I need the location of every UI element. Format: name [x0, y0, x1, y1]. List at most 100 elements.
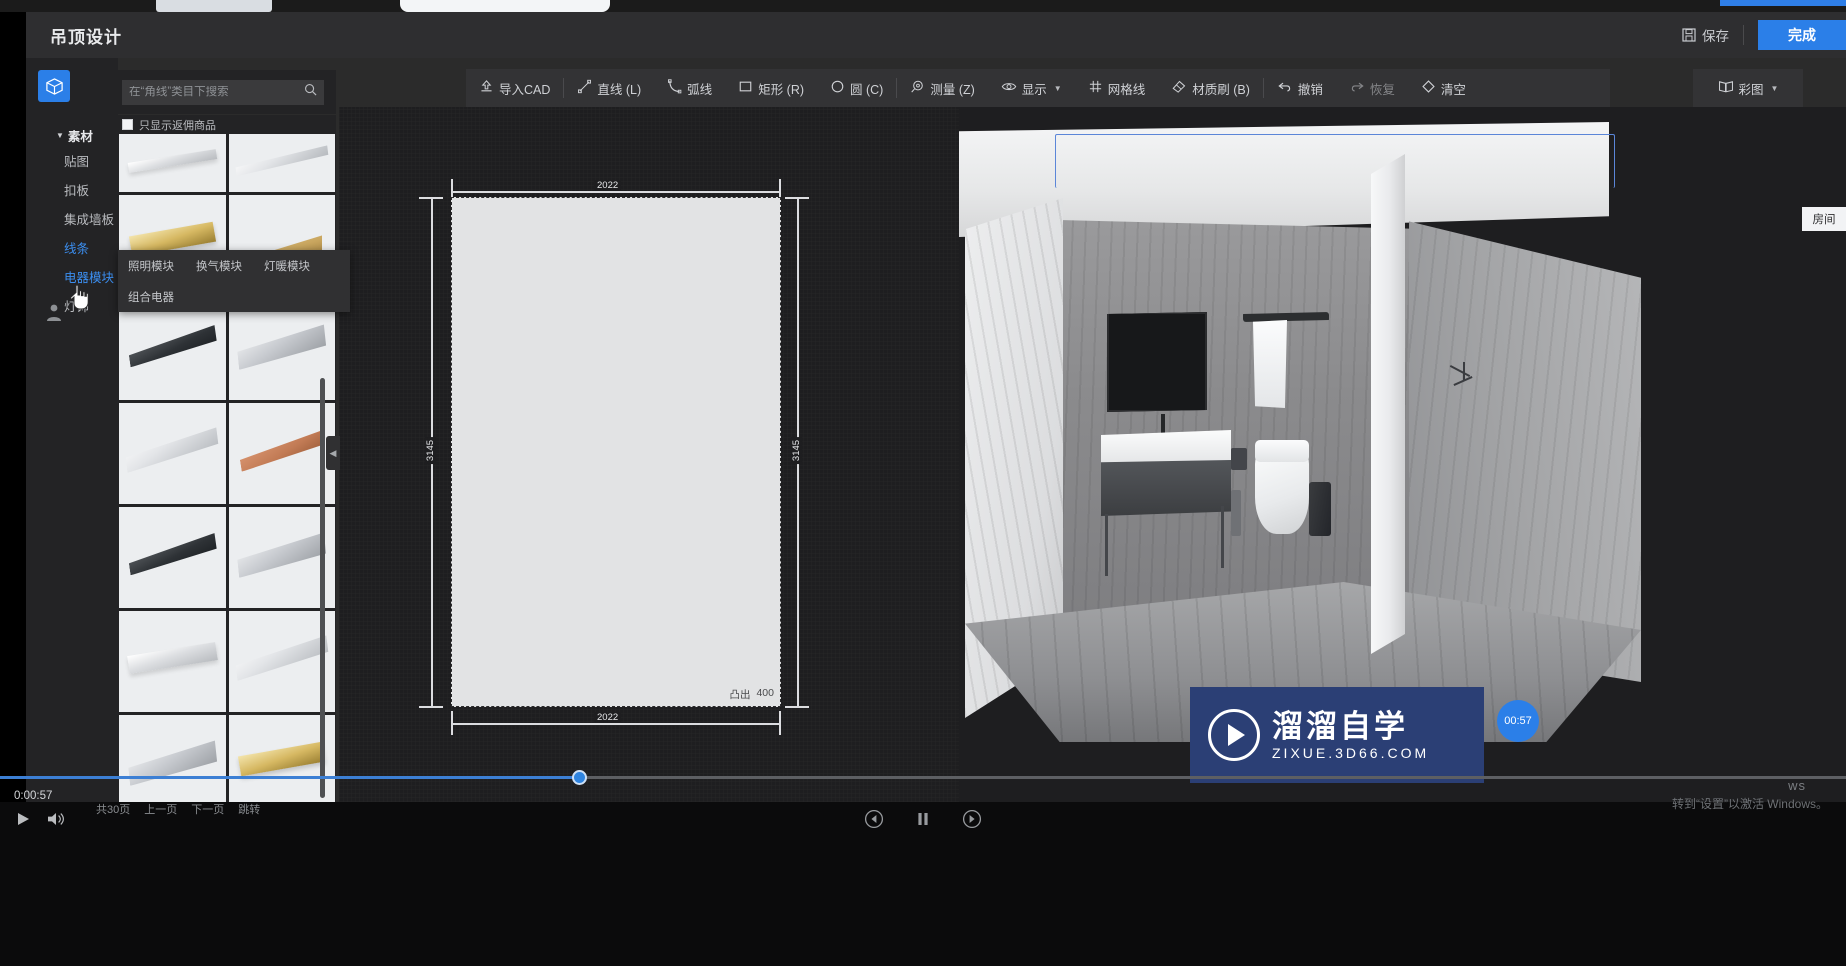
tool-label: 矩形 (R): [758, 82, 805, 97]
sidebar-item-jichengqiangban[interactable]: 集成墙板: [56, 204, 116, 233]
tool-display[interactable]: 显示 ▼: [988, 69, 1075, 107]
tool-label: 撤销: [1297, 82, 1323, 97]
submenu-item-combo-appliance[interactable]: 组合电器: [128, 289, 174, 305]
submenu-item-ventilation[interactable]: 换气模块: [196, 258, 242, 274]
dimension-label-right: 3145: [791, 436, 803, 465]
dimension-label-left: 3145: [425, 436, 437, 465]
tool-label: 显示: [1021, 82, 1047, 97]
material-panel-scrollbar[interactable]: [320, 378, 325, 798]
tool-material-brush[interactable]: 材质刷 (B): [1158, 69, 1263, 107]
player-controls-left: [0, 810, 66, 833]
browser-tab-3[interactable]: [1720, 0, 1846, 6]
windows-activation-note: 转到“设置”以激活 Windows。: [1671, 797, 1828, 811]
toilet-tank: [1255, 440, 1309, 462]
material-thumb[interactable]: [119, 299, 226, 400]
material-grid-panel[interactable]: [118, 134, 336, 802]
material-thumb[interactable]: [119, 134, 226, 192]
material-thumb[interactable]: [119, 403, 226, 504]
tool-label: 导入CAD: [499, 82, 551, 97]
prev-frame-icon[interactable]: [864, 809, 884, 834]
material-thumb[interactable]: [119, 507, 226, 608]
tool-arc[interactable]: 弧线: [654, 69, 725, 107]
progress-handle[interactable]: [572, 770, 587, 785]
trash-bin: [1309, 482, 1331, 536]
search-input[interactable]: [129, 86, 304, 98]
sidebar-item-xiantiao[interactable]: 线条: [56, 233, 116, 262]
dimension-tick: [419, 197, 443, 199]
sidebar-item-label: 扣板: [64, 184, 90, 198]
video-progress-bar[interactable]: 0:00:57: [0, 766, 1846, 802]
panel-collapse-button[interactable]: ◀: [326, 436, 340, 470]
tool-line[interactable]: 直线 (L): [564, 69, 654, 107]
tool-label: 直线 (L): [597, 82, 642, 97]
room-geometry: [959, 112, 1649, 742]
dimension-tick: [785, 197, 809, 199]
eye-icon: [1001, 79, 1017, 97]
mirror: [1107, 312, 1207, 412]
dimension-label-top: 2022: [594, 180, 622, 191]
chevron-down-icon: ▼: [1053, 83, 1062, 93]
tool-label: 材质刷 (B): [1192, 82, 1250, 97]
design-viewport[interactable]: 2022 2022 3145 3145 凸出 400 房间: [339, 107, 1846, 802]
chevron-down-icon: ▼: [56, 130, 64, 140]
sidebar-item-label: 贴图: [64, 155, 90, 169]
soap-dispenser: [1231, 448, 1247, 470]
save-button[interactable]: 保存: [1668, 12, 1743, 58]
submenu-item-lighting[interactable]: 照明模块: [128, 258, 174, 274]
tool-rectangle[interactable]: 矩形 (R): [725, 69, 817, 107]
search-input-wrap[interactable]: [122, 79, 324, 105]
tool-label: 弧线: [687, 82, 713, 97]
dimension-line-top: [451, 191, 781, 193]
ceiling-plan-shape[interactable]: 凸出 400: [451, 197, 781, 707]
clear-icon: [1421, 79, 1436, 97]
rebate-filter-checkbox[interactable]: [122, 119, 133, 130]
tool-circle[interactable]: 圆 (C): [817, 69, 896, 107]
tool-measure[interactable]: 测量 (Z): [897, 69, 987, 107]
towel: [1253, 320, 1287, 408]
dimension-label-bottom: 2022: [594, 712, 622, 723]
sidebar-item-dengshi[interactable]: 灯饰: [56, 291, 116, 320]
material-grid: [118, 134, 336, 802]
pause-icon[interactable]: [914, 809, 932, 834]
watermark-url: ZIXUE.3D66.COM: [1272, 744, 1430, 761]
play-icon[interactable]: [14, 810, 32, 833]
dimension-tick: [785, 706, 809, 708]
sidebar-item-label: 灯饰: [64, 300, 90, 314]
search-icon[interactable]: [304, 83, 317, 101]
category-group-header[interactable]: ▼ 素材: [56, 124, 116, 146]
undo-icon: [1277, 79, 1293, 97]
tool-redo[interactable]: 恢复: [1336, 69, 1408, 107]
rebate-filter-row[interactable]: 只显示返佣商品: [118, 115, 336, 134]
browser-tab-1[interactable]: [156, 0, 272, 12]
material-thumb[interactable]: [228, 134, 335, 192]
volume-icon[interactable]: [46, 810, 66, 833]
app-root: 吊顶设计 保存 完成 在“角线”类目下搜索 只显示返佣商品 ▼ 素材 贴图 扣板…: [0, 0, 1846, 966]
tool-import-cad[interactable]: 导入CAD: [466, 69, 563, 107]
room-side-tab[interactable]: 房间: [1802, 207, 1846, 231]
tool-undo[interactable]: 撤销: [1264, 69, 1336, 107]
tool-clear[interactable]: 清空: [1408, 69, 1479, 107]
rectangle-icon: [738, 79, 753, 97]
sidebar-item-dianqimokuai[interactable]: 电器模块: [56, 262, 116, 291]
drawing-toolbar: 导入CAD 直线 (L) 弧线 矩形 (R) 圆 (C) 测量 (Z) 显示 ▼…: [466, 69, 1610, 107]
timer-badge: 00:57: [1497, 700, 1539, 742]
category-group-label: 素材: [67, 129, 93, 144]
material-thumb[interactable]: [119, 611, 226, 712]
measure-icon: [910, 79, 925, 97]
material-thumb[interactable]: [119, 715, 226, 802]
tool-color-map[interactable]: 彩图 ▼: [1705, 69, 1792, 107]
sidebar-item-kouban[interactable]: 扣板: [56, 175, 116, 204]
finish-button[interactable]: 完成: [1758, 20, 1846, 50]
browser-tab-2[interactable]: [400, 0, 610, 12]
tool-label: 清空: [1440, 82, 1466, 97]
grid-icon: [1088, 79, 1103, 97]
dimension-tick: [419, 706, 443, 708]
submenu-row-2: 组合电器: [118, 281, 350, 312]
submenu-item-heat-lamp[interactable]: 灯暖模块: [264, 258, 310, 274]
cube-icon[interactable]: [38, 70, 70, 102]
sidebar-item-tietu[interactable]: 贴图: [56, 146, 116, 175]
next-frame-icon[interactable]: [962, 809, 982, 834]
pillar: [1371, 154, 1405, 654]
toilet-brush: [1231, 490, 1241, 536]
tool-gridlines[interactable]: 网格线: [1075, 69, 1159, 107]
